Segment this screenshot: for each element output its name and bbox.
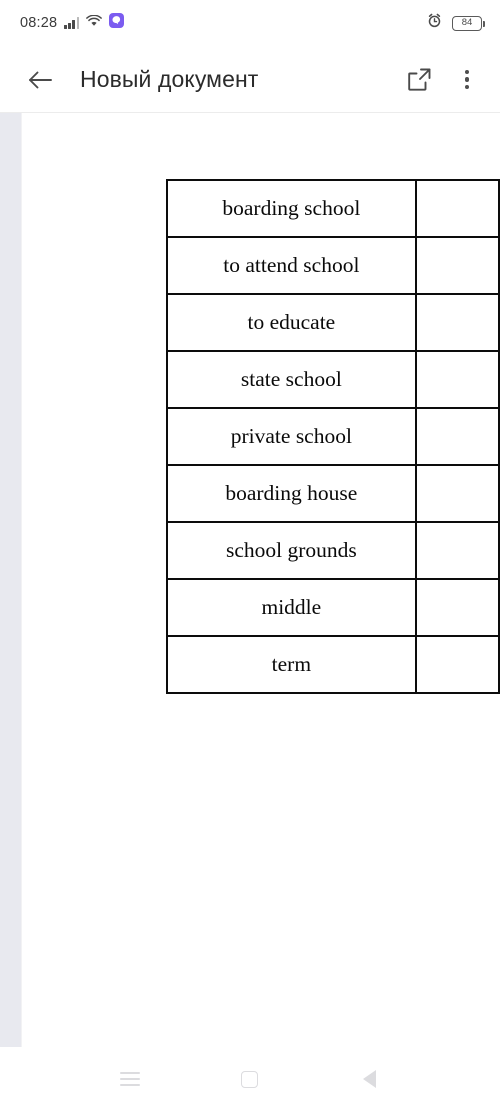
table-row: private school [166,407,500,466]
wifi-icon [86,14,103,32]
table-cell-term: school grounds [166,521,417,580]
table-cell-definition [414,464,500,523]
app-toolbar: Новый документ [0,46,500,113]
table-row: state school [166,350,500,409]
table-cell-term: term [166,635,417,694]
table-cell-term: state school [166,350,417,409]
status-bar-left: 08:28 [20,0,125,46]
table-row: boarding house [166,464,500,523]
battery-icon: 84 [452,15,485,31]
back-icon[interactable] [344,1047,394,1111]
table-cell-term: boarding school [166,179,417,238]
alarm-icon [427,13,442,33]
overflow-menu-icon[interactable] [452,46,482,113]
table-row: middle [166,578,500,637]
table-cell-definition [414,407,500,466]
document-viewer[interactable]: boarding school to attend school to educ… [0,113,500,1047]
table-cell-term: to educate [166,293,417,352]
viber-icon [109,13,125,33]
table-cell-term: private school [166,407,417,466]
table-cell-definition [414,350,500,409]
table-cell-definition [414,521,500,580]
table-row: term [166,635,500,694]
page-title: Новый документ [80,66,259,92]
android-nav-bar [0,1047,500,1111]
status-bar: 08:28 84 [0,0,500,46]
table-cell-definition [414,635,500,694]
table-cell-definition [414,293,500,352]
battery-level: 84 [461,17,473,29]
vocabulary-table: boarding school to attend school to educ… [166,179,500,694]
status-bar-clock: 08:28 [20,15,58,31]
table-cell-term: middle [166,578,417,637]
table-row: school grounds [166,521,500,580]
table-row: to attend school [166,236,500,295]
table-row: boarding school [166,179,500,238]
status-bar-right: 84 [427,0,485,46]
page-gutter [0,113,22,1047]
open-external-icon[interactable] [400,46,438,113]
recents-icon[interactable] [105,1047,155,1111]
table-cell-term: boarding house [166,464,417,523]
table-cell-definition [414,179,500,238]
back-arrow-icon[interactable] [22,46,58,113]
phone-screen: 08:28 84 Новый документ boarding school … [0,0,500,1111]
table-cell-term: to attend school [166,236,417,295]
table-cell-definition [414,236,500,295]
table-row: to educate [166,293,500,352]
home-icon[interactable] [224,1047,274,1111]
table-cell-definition [414,578,500,637]
table-body: boarding school to attend school to educ… [166,179,500,694]
signal-icon [64,17,80,29]
document-page: boarding school to attend school to educ… [22,113,500,1047]
